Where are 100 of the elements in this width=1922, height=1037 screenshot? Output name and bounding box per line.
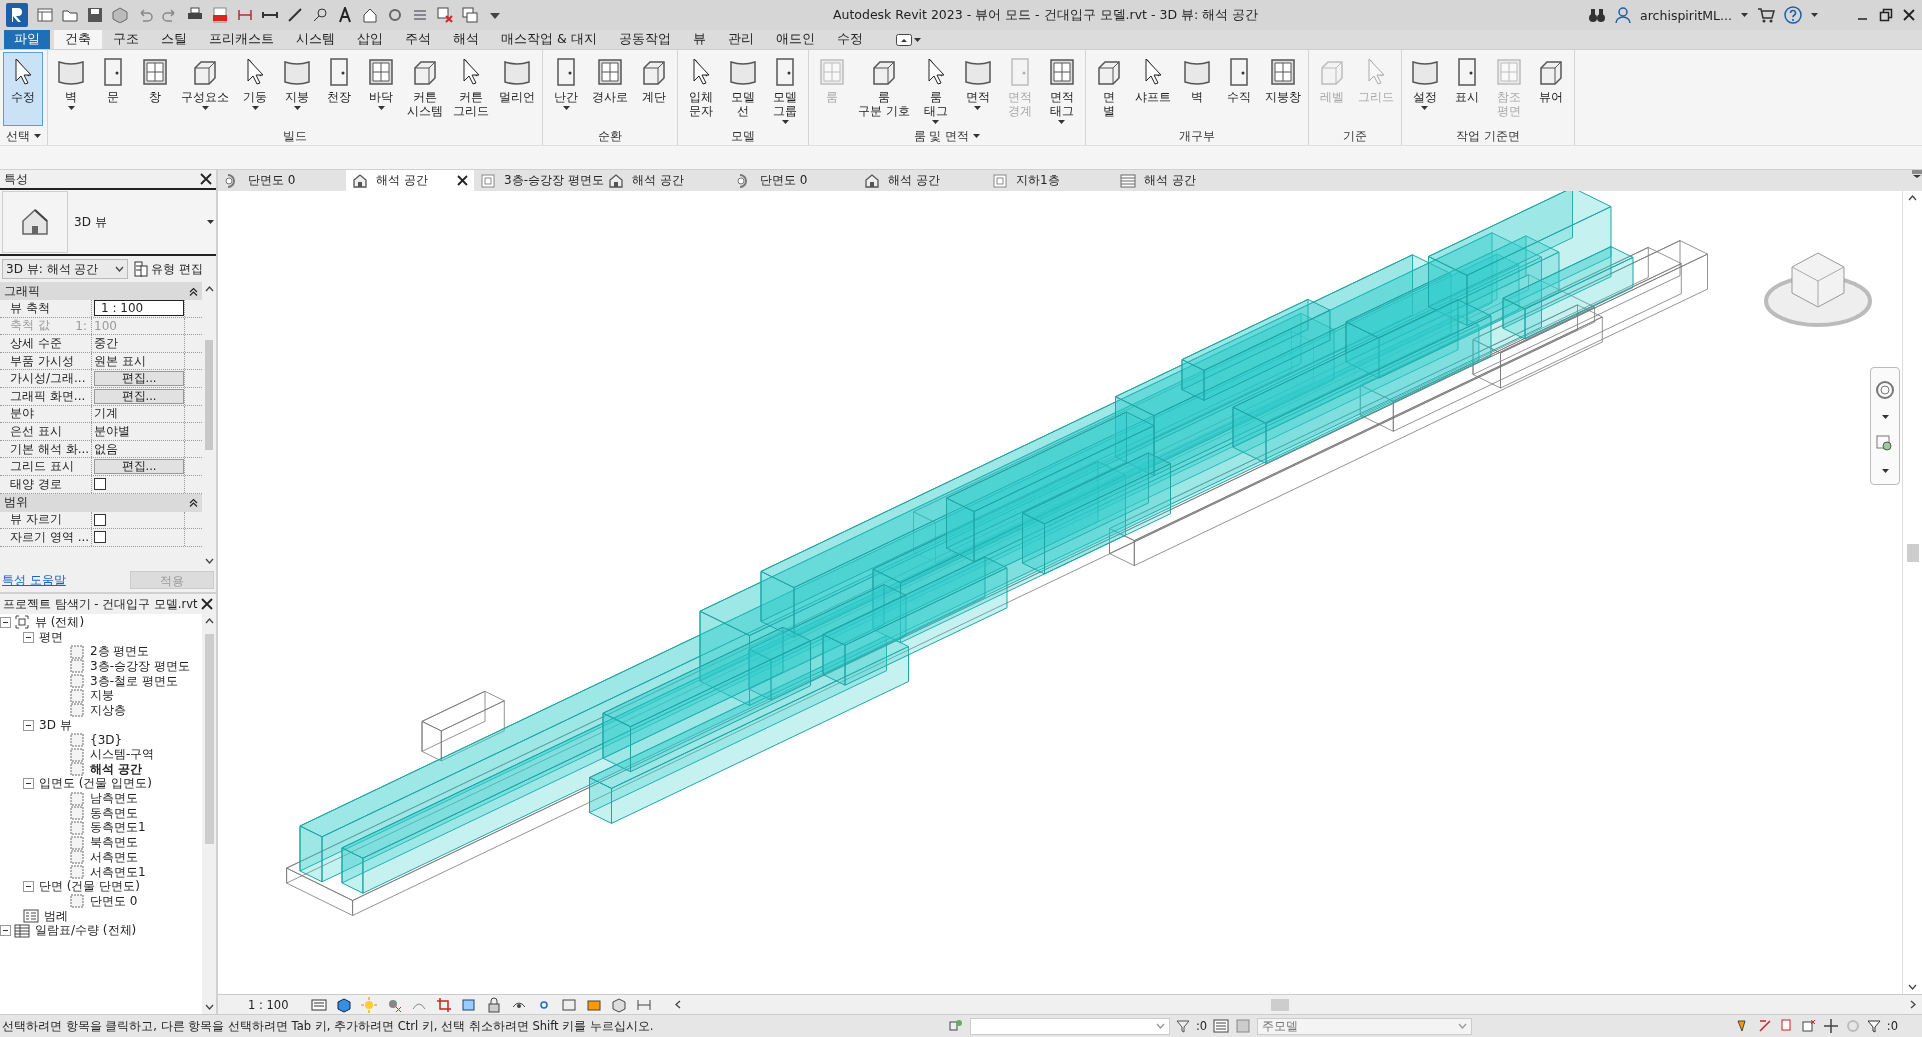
close-icon[interactable] [201,598,213,610]
detail-level-icon[interactable] [311,996,328,1013]
ribbon-tab[interactable]: 시스템 [285,30,346,49]
tree-item[interactable]: 입면도 (건물 입면도) [37,775,154,793]
ribbon-tool-button[interactable]: 벽 [1176,52,1217,126]
ribbon-tab[interactable]: 공동작업 [607,30,682,49]
ribbon-tool-button[interactable]: 난간 [546,52,586,126]
filter-icon[interactable] [1866,1019,1881,1033]
close-icon[interactable] [1902,8,1916,22]
dropdown-caret-icon[interactable] [67,106,75,110]
list-icon[interactable] [1213,1018,1230,1034]
ribbon-tab[interactable]: 스틸 [150,30,198,49]
scroll-down-icon[interactable] [1908,984,1917,990]
scrollbar-thumb[interactable] [205,340,213,450]
ribbon-tool-button[interactable]: 지붕창 [1260,52,1305,126]
ribbon-tool-button[interactable]: 샤프트 [1130,52,1175,126]
help-icon[interactable] [1784,6,1802,24]
tree-item[interactable]: 3층-철로 평면도 [88,672,180,690]
ribbon-tool-button[interactable]: 경사로 [588,52,632,126]
panel-toggle-icon[interactable] [895,33,912,46]
collapse-icon[interactable] [189,498,198,508]
group-header[interactable]: 그래픽 [0,282,202,300]
zoom-icon[interactable] [1875,433,1895,454]
text-icon[interactable] [337,7,353,23]
design-options-icon[interactable] [948,1018,964,1034]
ribbon-tool-button[interactable]: 지붕 [277,52,317,126]
instance-dropdown[interactable]: 3D 뷰: 해석 공간 [2,259,128,279]
caret-icon[interactable] [913,37,921,42]
document-tab[interactable]: 해석 공간 [346,170,474,191]
dropdown-caret-icon[interactable] [251,106,259,110]
panel-title-button[interactable]: 룸 및 면적 [809,127,1085,145]
ribbon-tool-button[interactable]: 멀리언 [495,52,539,126]
tree-item[interactable]: 일람표/수량 (전체) [33,922,139,940]
ribbon-tool-button[interactable]: 커튼 시스템 [403,52,447,126]
dropdown-caret-icon[interactable] [974,106,982,110]
ribbon-tab[interactable]: 애드인 [764,30,826,49]
dropdown-caret-icon[interactable] [932,120,940,124]
ribbon-tool-button[interactable]: 표시 [1446,52,1487,126]
edit-button[interactable]: 편집... [94,459,184,475]
panel-title-button[interactable]: 선택 [0,127,47,145]
ribbon-tool-button[interactable]: 수직 [1218,52,1259,126]
ribbon-tool-button[interactable]: 입체 문자 [681,52,721,126]
collapse-toggle-icon[interactable] [0,925,11,937]
ribbon-tool-button[interactable]: 룸 태그 [915,52,956,126]
restore-icon[interactable] [1879,8,1893,22]
ribbon-tab[interactable]: 삽입 [346,30,394,49]
lock-icon[interactable] [486,996,503,1013]
tree-item[interactable]: 뷰 (전체) [33,614,87,631]
steering-wheel-icon[interactable] [1875,379,1895,400]
house-icon[interactable] [362,7,378,23]
dimension-icon[interactable] [237,7,253,23]
document-tab[interactable]: 해석 공간 [858,170,986,191]
tree-item[interactable]: 동측면도1 [88,819,148,837]
ribbon-tool-button[interactable]: 창 [135,52,175,126]
ribbon-tool-button[interactable]: 뷰어 [1530,52,1571,126]
document-tab[interactable]: 해석 공간 [1114,170,1242,191]
dropdown-caret-icon[interactable] [34,134,41,138]
dropdown-caret-icon[interactable] [207,220,214,224]
collapse-toggle-icon[interactable] [0,616,11,628]
ribbon-tool-button[interactable]: 설정 [1404,52,1445,126]
switch-windows-icon[interactable] [462,7,478,23]
dropdown-caret-icon[interactable] [973,134,981,138]
thin-lines-icon[interactable] [412,7,428,23]
collapse-toggle-icon[interactable] [23,631,34,643]
caret-icon[interactable] [1741,13,1748,17]
dropdown-caret-icon[interactable] [1058,120,1066,124]
tab-menu-icon[interactable] [1912,170,1922,178]
ribbon-tab[interactable]: 매스작업 & 대지 [490,30,608,49]
scrollbar-thumb[interactable] [1271,998,1290,1011]
scale-input[interactable]: 1 : 100 [94,300,184,317]
save-icon[interactable] [87,7,103,23]
checkbox[interactable] [94,478,106,491]
scroll-down-icon[interactable] [204,558,214,564]
edit-type-button[interactable]: 유형 편집 [132,260,205,278]
checkbox[interactable] [94,513,106,526]
ribbon-tab[interactable]: 관리 [716,30,765,49]
caret-icon[interactable] [1881,414,1889,419]
scrollbar-thumb[interactable] [204,634,214,844]
scrollbar-thumb[interactable] [1906,543,1919,562]
workset-dropdown[interactable]: 주모델 [1257,1017,1473,1035]
ribbon-tab[interactable]: 프리캐스트 [198,30,285,49]
crop-region-icon[interactable] [461,996,478,1013]
checkbox[interactable] [94,531,106,544]
collapse-icon[interactable] [189,286,198,296]
collapse-toggle-icon[interactable] [23,778,34,790]
drag-select-icon[interactable] [1822,1018,1839,1034]
crop-icon[interactable] [436,996,453,1013]
scroll-up-icon[interactable] [204,286,214,292]
dropdown-caret-icon[interactable] [293,106,301,110]
ribbon-tab[interactable]: 구조 [102,30,150,49]
scroll-up-icon[interactable] [1908,195,1917,201]
face-select-icon[interactable] [1800,1018,1817,1034]
scroll-left-icon[interactable] [675,1000,682,1009]
ribbon-tab[interactable]: 건축 [54,30,102,49]
dropdown-caret-icon[interactable] [1421,106,1429,110]
filter-icon[interactable] [1176,1019,1190,1033]
dropdown-caret-icon[interactable] [781,120,789,124]
caret-icon[interactable] [1881,468,1889,473]
dropdown-caret-icon[interactable] [201,106,209,110]
ribbon-tab[interactable]: 뷰 [681,30,717,49]
